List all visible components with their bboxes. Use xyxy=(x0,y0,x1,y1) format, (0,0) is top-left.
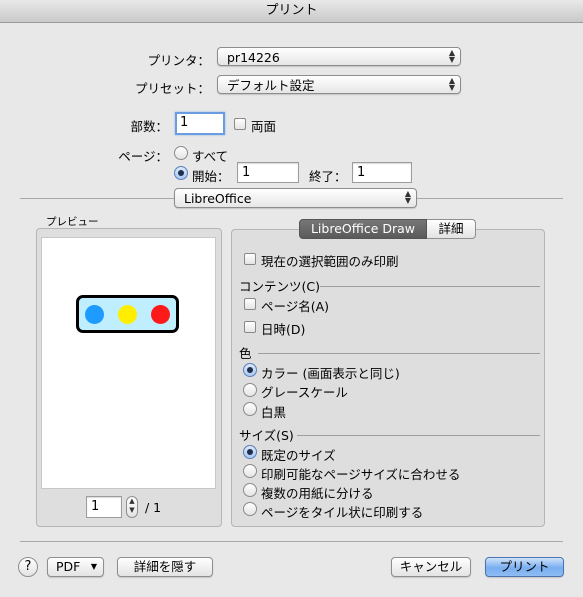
color-divider xyxy=(258,353,540,354)
size-option-multiple: 複数の用紙に分ける xyxy=(261,486,374,501)
color-radio-grayscale[interactable] xyxy=(243,383,257,397)
size-option-default: 既定のサイズ xyxy=(261,448,336,463)
print-button[interactable]: プリント xyxy=(485,557,564,577)
page-name-label: ページ名(A) xyxy=(261,299,330,314)
preset-popup[interactable]: デフォルト設定 ▲ ▼ xyxy=(217,75,461,94)
dropdown-arrow-icon: ▼ xyxy=(90,562,97,571)
size-option-fit: 印刷可能なページサイズに合わせる xyxy=(261,467,461,482)
pages-all-label: すべて xyxy=(192,149,229,164)
pdf-menu-button[interactable]: PDF ▼ xyxy=(47,557,104,577)
size-radio-tile[interactable] xyxy=(243,502,257,516)
pages-all-radio[interactable] xyxy=(174,146,188,160)
size-radio-default[interactable] xyxy=(243,445,257,459)
size-radio-multiple[interactable] xyxy=(243,483,257,497)
preview-circle-blue xyxy=(85,305,104,324)
preview-label: プレビュー xyxy=(46,216,99,228)
pages-label: ページ： xyxy=(118,149,168,164)
hide-details-button[interactable]: 詳細を隠す xyxy=(117,557,213,577)
window-title: プリント xyxy=(0,0,583,23)
popup-arrows-icon: ▲ ▼ xyxy=(448,76,455,92)
selection-only-label: 現在の選択範囲のみ印刷 xyxy=(261,254,399,269)
color-option-grayscale: グレースケール xyxy=(261,385,348,400)
pages-from-field[interactable]: 1 xyxy=(237,162,299,183)
printer-label: プリンタ： xyxy=(147,53,210,68)
size-divider xyxy=(297,435,540,436)
popup-arrows-icon: ▲ ▼ xyxy=(448,48,455,64)
pages-to-label: 終了： xyxy=(309,169,347,184)
app-options-value: LibreOffice xyxy=(184,191,252,206)
pages-from-label: 開始： xyxy=(192,169,230,184)
preview-shape xyxy=(76,295,179,333)
tab-details[interactable]: 詳細 xyxy=(427,219,476,239)
help-button[interactable]: ? xyxy=(18,557,38,577)
color-radio-color[interactable] xyxy=(243,363,257,377)
size-title: サイズ(S) xyxy=(239,428,294,443)
copies-label: 部数： xyxy=(130,119,168,134)
size-radio-fit[interactable] xyxy=(243,464,257,478)
printer-value: pr14226 xyxy=(227,50,280,65)
date-time-label: 日時(D) xyxy=(261,322,306,337)
popup-arrows-icon: ▲ ▼ xyxy=(404,189,411,205)
pdf-label: PDF xyxy=(56,559,81,574)
pages-range-radio[interactable] xyxy=(174,166,188,180)
color-title: 色 xyxy=(239,346,252,361)
preview-page-field[interactable]: 1 xyxy=(86,496,122,518)
page-name-checkbox[interactable] xyxy=(244,298,256,310)
tab-libreoffice-draw[interactable]: LibreOffice Draw xyxy=(299,219,427,239)
preview-page-total: / 1 xyxy=(145,500,162,515)
contents-title: コンテンツ(C) xyxy=(239,279,320,294)
color-radio-bw[interactable] xyxy=(243,402,257,416)
preview-page-stepper[interactable]: ▲ ▼ xyxy=(126,496,138,518)
size-option-tile: ページをタイル状に印刷する xyxy=(261,505,424,520)
cancel-button[interactable]: キャンセル xyxy=(391,557,471,577)
selection-only-checkbox[interactable] xyxy=(244,253,256,265)
preset-value: デフォルト設定 xyxy=(227,78,315,93)
color-option-color: カラー (画面表示と同じ) xyxy=(261,366,400,381)
pages-to-field[interactable]: 1 xyxy=(352,162,412,183)
printer-popup[interactable]: pr14226 ▲ ▼ xyxy=(217,47,461,66)
preview-circle-red xyxy=(151,305,170,324)
preview-circle-yellow xyxy=(118,305,137,324)
date-time-checkbox[interactable] xyxy=(244,321,256,333)
two-sided-checkbox[interactable] xyxy=(234,118,246,130)
footer-separator xyxy=(20,541,563,542)
color-option-bw: 白黒 xyxy=(261,405,287,420)
two-sided-label: 両面 xyxy=(251,119,277,134)
app-options-popup[interactable]: LibreOffice ▲ ▼ xyxy=(174,188,417,208)
contents-divider xyxy=(320,286,540,287)
copies-field[interactable]: 1 xyxy=(175,112,225,135)
preview-page xyxy=(41,237,216,489)
preset-label: プリセット： xyxy=(134,81,210,96)
